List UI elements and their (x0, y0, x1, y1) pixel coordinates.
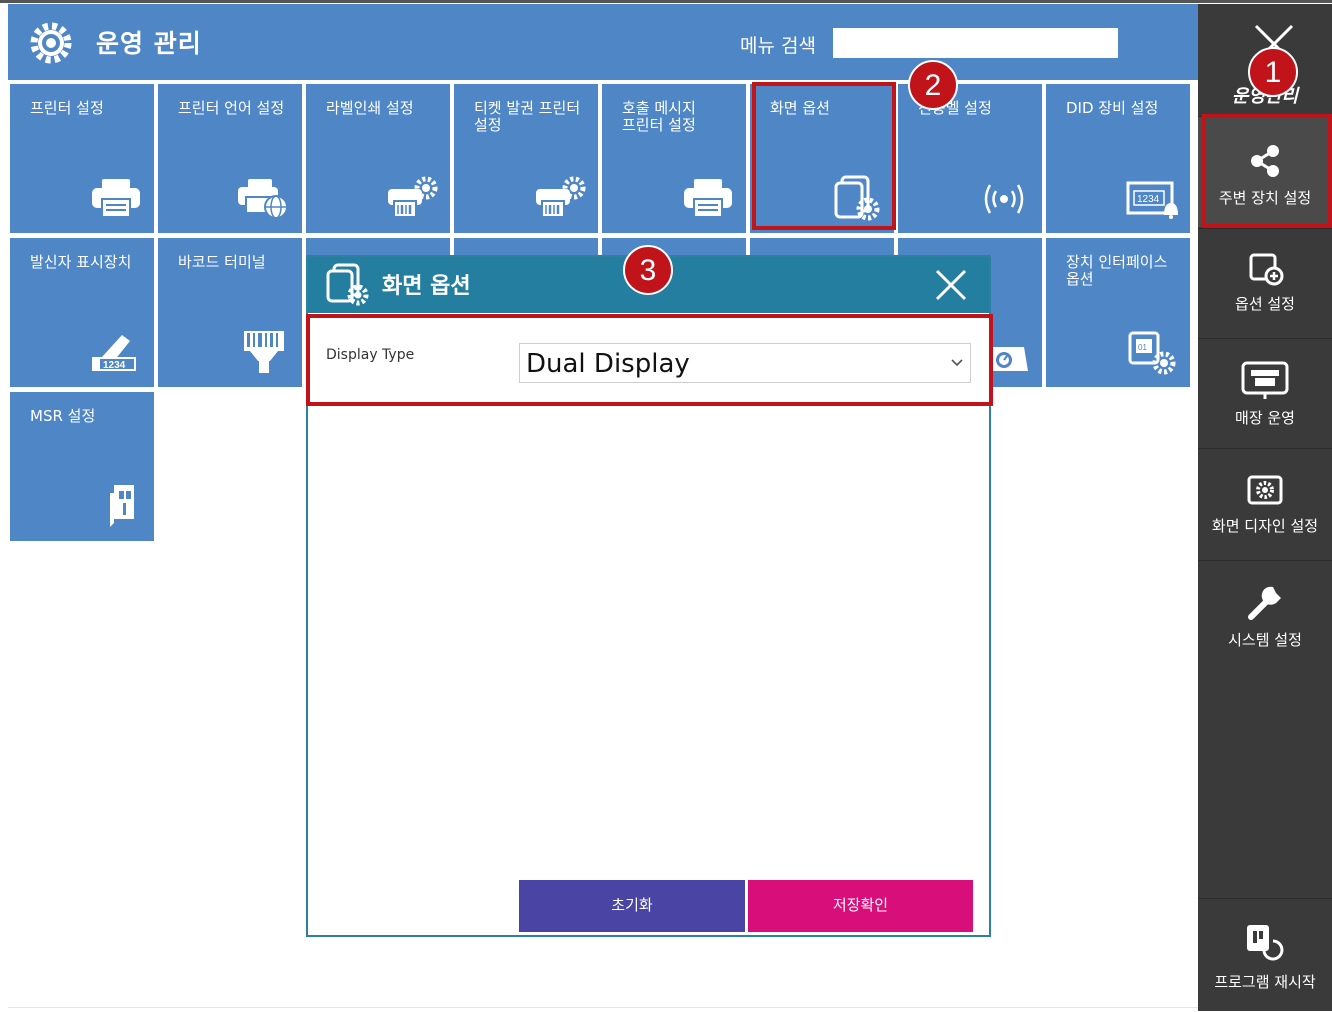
annotation-badge-2: 2 (908, 60, 958, 110)
restart-icon (1247, 925, 1284, 961)
save-confirm-button[interactable]: 저장확인 (748, 880, 973, 932)
tile-label-print-settings[interactable]: 라벨인쇄 설정 (306, 84, 450, 233)
screen-design-gear-icon (1247, 475, 1283, 505)
sidebar-item-store-operation[interactable]: 매장 운영 (1198, 338, 1332, 447)
annotation-box-screen-options-tile (752, 82, 896, 230)
tile-label: 발신자 표시장치 (30, 253, 132, 271)
sidebar-item-screen-design-settings[interactable]: 화면 디자인 설정 (1198, 448, 1332, 559)
bottom-divider (8, 1007, 1198, 1008)
annotation-box-peripheral-settings (1202, 114, 1332, 228)
tile-label: 바코드 터미널 (178, 253, 266, 271)
tile-label: 티켓 발권 프린터 설정 (474, 99, 581, 134)
page-title: 운영 관리 (96, 29, 202, 58)
reset-button[interactable]: 초기화 (519, 880, 745, 932)
card-reader-icon (110, 485, 134, 527)
tile-caller-id-device[interactable]: 발신자 표시장치 1234 (10, 238, 154, 387)
tile-msr-settings[interactable]: MSR 설정 (10, 392, 154, 541)
tile-printer-language-settings[interactable]: 프린터 언어 설정 (158, 84, 302, 233)
sidebar-item-option-settings[interactable]: 옵션 설정 (1198, 228, 1332, 337)
tile-device-interface-options[interactable]: 장치 인터페이스 옵션 01 (1046, 238, 1190, 387)
dialog-close-icon[interactable] (931, 265, 971, 305)
annotation-badge-1: 1 (1248, 47, 1298, 97)
tile-barcode-terminal[interactable]: 바코드 터미널 (158, 238, 302, 387)
tile-label: 장치 인터페이스 옵션 (1066, 253, 1168, 288)
store-monitor-icon (1241, 361, 1289, 399)
sidebar-item-label: 화면 디자인 설정 (1211, 517, 1319, 535)
screen-gear-icon (326, 263, 369, 306)
menu-search-label: 메뉴 검색 (740, 35, 816, 57)
tile-label: 라벨인쇄 설정 (326, 99, 414, 117)
sidebar-item-label: 프로그램 재시작 (1214, 973, 1316, 991)
svg-text:1234: 1234 (103, 360, 126, 371)
did-display-bell-icon: 1234 (1126, 181, 1178, 219)
ticket-printer-gear-icon (536, 176, 586, 218)
tile-label: 프린터 설정 (30, 99, 104, 117)
menu-search-input[interactable] (833, 28, 1118, 58)
caller-id-phone-icon: 1234 (92, 335, 136, 371)
tile-did-device-settings[interactable]: DID 장비 설정 1234 (1046, 84, 1190, 233)
sidebar-item-label: 매장 운영 (1235, 409, 1295, 427)
printer-icon (92, 179, 140, 218)
sidebar-item-system-settings[interactable]: 시스템 설정 (1198, 560, 1332, 671)
sidebar-item-label: 시스템 설정 (1228, 631, 1302, 649)
svg-text:01: 01 (1138, 343, 1147, 352)
tile-call-message-printer-settings[interactable]: 호출 메시지 프린터 설정 (602, 84, 746, 233)
tile-ticket-printer-settings[interactable]: 티켓 발권 프린터 설정 (454, 84, 598, 233)
tile-label: 프린터 언어 설정 (178, 99, 285, 117)
annotation-badge-3: 3 (623, 245, 673, 295)
device-interface-gear-icon: 01 (1128, 331, 1176, 375)
screen-plus-icon (1249, 253, 1284, 286)
sidebar-restart-program[interactable]: 프로그램 재시작 (1198, 898, 1332, 1012)
annotation-box-display-type (306, 314, 993, 406)
tile-label: MSR 설정 (30, 407, 96, 425)
gear-logo-icon (30, 22, 72, 64)
svg-text:1234: 1234 (1137, 194, 1160, 205)
printer-icon (684, 179, 732, 218)
top-border (0, 0, 1332, 3)
barcode-scanner-icon (244, 331, 284, 373)
label-printer-gear-icon (388, 176, 438, 218)
sidebar-item-label: 옵션 설정 (1235, 295, 1295, 313)
header-bar: 운영 관리 메뉴 검색 (8, 4, 1198, 80)
dialog-title: 화면 옵션 (382, 274, 471, 299)
printer-globe-icon (238, 179, 288, 219)
wrench-icon (1248, 586, 1281, 620)
tile-printer-settings[interactable]: 프린터 설정 (10, 84, 154, 233)
vibration-bell-icon (984, 184, 1024, 214)
tile-label: 호출 메시지 프린터 설정 (622, 99, 696, 134)
tile-label: DID 장비 설정 (1066, 99, 1159, 117)
